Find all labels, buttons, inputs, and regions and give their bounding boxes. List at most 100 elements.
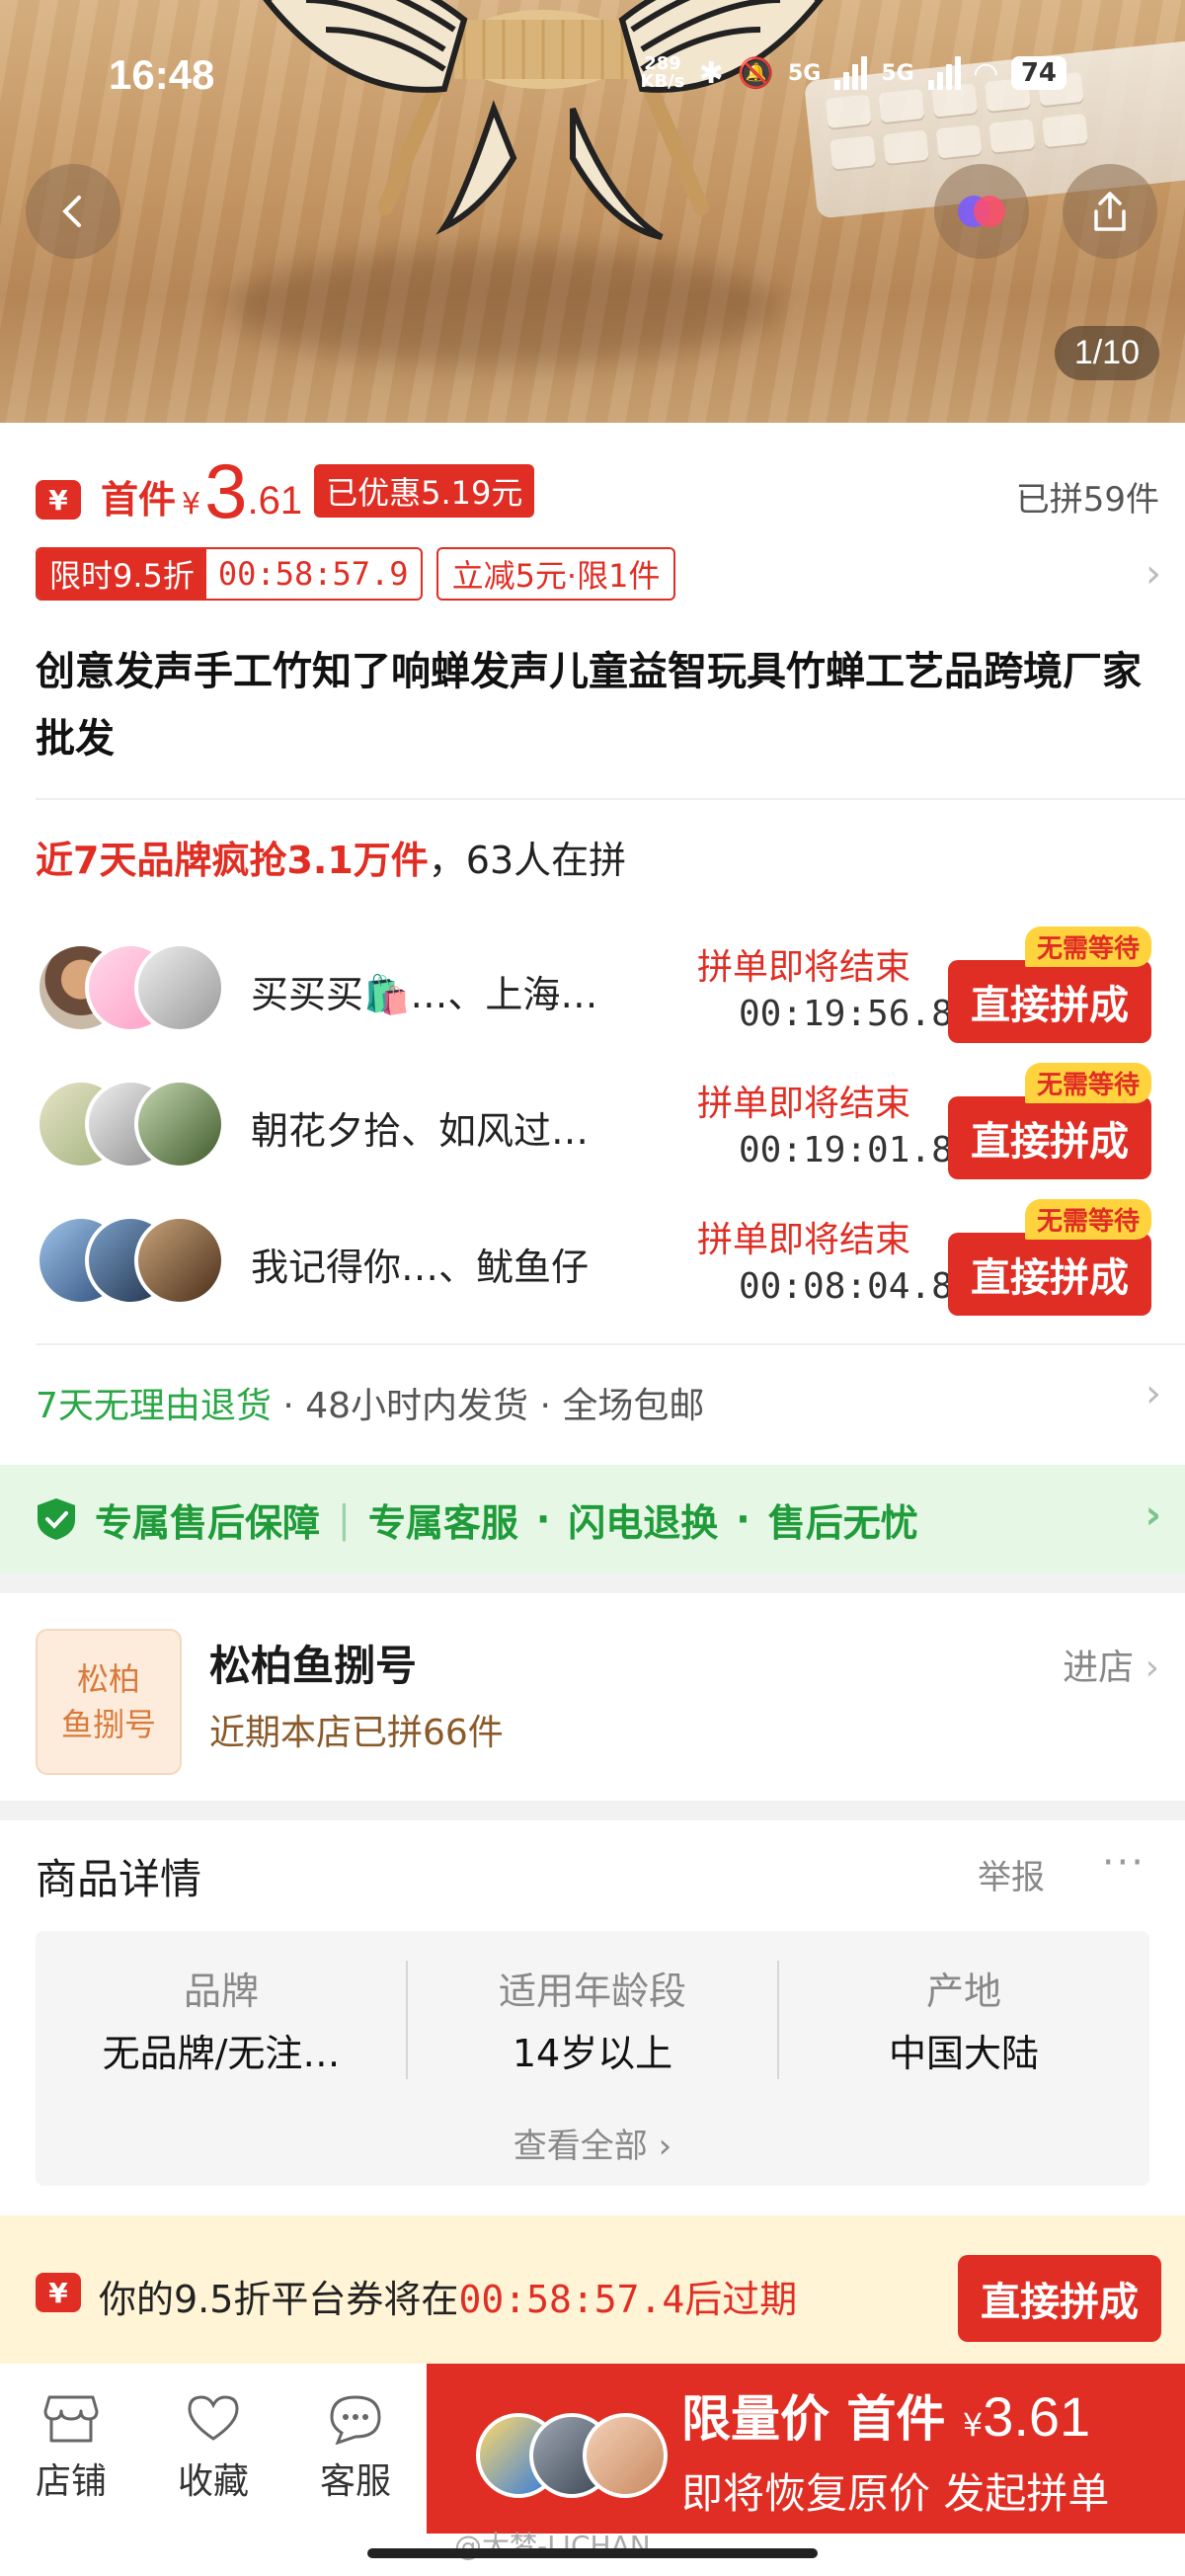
avatar-stack: [36, 1215, 225, 1310]
group-timer: 00:08:04.8: [739, 1266, 953, 1307]
promo-row[interactable]: 限时9.5折 00:58:57.9 立减5元·限1件: [36, 547, 676, 601]
enter-shop-label: 进店: [1063, 1648, 1135, 1688]
group-members: 我记得你…、鱿鱼仔: [251, 1246, 590, 1289]
no-wait-tag: 无需等待: [1024, 1063, 1151, 1103]
spec-item: 适用年龄段 14岁以上: [407, 1961, 778, 2077]
spec-value: 无品牌/无注…: [102, 2032, 341, 2075]
details-heading: 商品详情: [36, 1855, 202, 1903]
customer-service-tab-label: 客服: [319, 2461, 391, 2502]
divider: [36, 1343, 1185, 1345]
shipping-policy: · 48小时内发货 · 全场包邮: [271, 1386, 705, 1426]
after-sales-guarantee-bar[interactable]: 专属售后保障 | 专属客服 · 闪电退换 · 售后无忧 ›: [0, 1465, 1185, 1573]
view-all-link[interactable]: 查看全部 ›: [36, 2119, 1149, 2167]
join-now-button[interactable]: 直接拼成: [958, 2255, 1161, 2342]
start-group-buy-button[interactable]: 限量价 首件 ¥3.61 即将恢复原价 发起拼单: [427, 2364, 1185, 2534]
avatar: [134, 942, 225, 1033]
shop-logo-line1: 松柏: [76, 1660, 140, 1698]
status-bar: 16:48 289 KB/s ✱ 🔕 5G 5G ◠ 74: [0, 0, 1185, 158]
favorite-tab[interactable]: 收藏: [144, 2393, 282, 2504]
guarantee-item: 专属客服: [367, 1500, 518, 1545]
join-group-button[interactable]: 直接拼成: [948, 1096, 1151, 1179]
limited-discount-badge: 限时9.5折 00:58:57.9: [36, 547, 423, 601]
enter-shop-link[interactable]: 进店 ›: [1063, 1639, 1159, 1690]
share-button[interactable]: [1063, 164, 1157, 259]
join-group-button[interactable]: 直接拼成: [948, 1233, 1151, 1316]
guarantee-item: 闪电退换: [568, 1500, 719, 1545]
hot-sales-rest: ，63人在拼: [428, 839, 627, 882]
shield-icon: [38, 1498, 75, 1540]
watermark: @大梦-LICHAN: [454, 2530, 651, 2562]
favorite-brand-button[interactable]: [934, 164, 1029, 259]
guarantee-item: 专属售后保障: [95, 1500, 321, 1545]
group-ending-label: 拼单即将结束: [697, 947, 911, 988]
no-wait-tag: 无需等待: [1024, 1199, 1151, 1240]
coupon-text-a: 你的9.5折平台券将在: [99, 2278, 459, 2321]
product-info-card: ¥ 首件 ¥ 3 .61 已优惠5.19元 已拼59件 限时9.5折 00:58…: [0, 423, 1185, 1465]
chevron-right-icon[interactable]: ›: [1146, 1371, 1161, 1416]
signal-icon-2: [927, 56, 961, 90]
store-tab[interactable]: 店铺: [2, 2393, 140, 2504]
chat-icon: [330, 2395, 381, 2445]
spec-key: 适用年龄段: [498, 1970, 686, 2013]
store-tab-label: 店铺: [35, 2461, 107, 2502]
group-buy-row: 朝花夕拾、如风过… 拼单即将结束 00:19:01.8 直接拼成 无需等待: [36, 1063, 1151, 1179]
avatar: [134, 1079, 225, 1169]
coupon-expiry-text: 你的9.5折平台券将在00:58:57.4后过期: [99, 2269, 797, 2323]
net2-label: 5G: [881, 60, 914, 86]
coupon-timer: 00:58:57.4: [458, 2278, 685, 2321]
group-members: 朝花夕拾、如风过…: [251, 1109, 590, 1153]
avatar: [583, 2413, 668, 2498]
shop-card[interactable]: 松柏 鱼捌号 松柏鱼捌号 近期本店已拼66件 进店 ›: [0, 1593, 1185, 1801]
limited-discount-label: 限时9.5折: [38, 549, 206, 599]
separator: ·: [535, 1497, 551, 1541]
signal-icon: [834, 56, 868, 90]
group-members: 买买买🛍️…、上海…: [251, 973, 598, 1016]
avatar: [134, 1215, 225, 1306]
customer-service-tab[interactable]: 客服: [286, 2393, 425, 2504]
group-ending-label: 拼单即将结束: [697, 1084, 911, 1124]
no-wait-tag: 无需等待: [1024, 926, 1151, 967]
heart-icon: [188, 2395, 239, 2441]
net1-label: 5G: [787, 60, 822, 86]
spec-key: 品牌: [183, 1970, 259, 2013]
group-buy-row: 我记得你…、鱿鱼仔 拼单即将结束 00:08:04.8 直接拼成 无需等待: [36, 1199, 1151, 1316]
avatar-stack: [36, 1079, 225, 1173]
spec-value: 中国大陆: [888, 2032, 1039, 2075]
price-currency: ¥: [182, 487, 201, 522]
avatar-stack: [36, 942, 225, 1037]
join-group-button[interactable]: 直接拼成: [948, 960, 1151, 1043]
yen-icon: ¥: [36, 480, 81, 520]
avatar-stack: [476, 2413, 673, 2502]
mute-icon: 🔕: [737, 55, 774, 91]
group-ending-label: 拼单即将结束: [697, 1220, 911, 1260]
group-timer: 00:19:01.8: [739, 1130, 953, 1170]
group-timer: 00:19:56.8: [739, 994, 953, 1034]
product-title: 创意发声手工竹知了响蝉发声儿童益智玩具竹蝉工艺品跨境厂家批发: [36, 649, 1142, 762]
limited-discount-timer: 00:58:57.9: [217, 555, 409, 593]
guarantee-item: 售后无忧: [767, 1500, 918, 1545]
share-icon: [1094, 192, 1126, 231]
coupon-expiry-bar: ¥ 你的9.5折平台券将在00:58:57.4后过期 直接拼成: [0, 2215, 1185, 2364]
wifi-icon: ◠: [974, 55, 997, 91]
shop-logo: 松柏 鱼捌号: [36, 1629, 182, 1775]
product-image-carousel[interactable]: 16:48 289 KB/s ✱ 🔕 5G 5G ◠ 74 1/10: [0, 0, 1185, 423]
spec-summary[interactable]: 品牌 无品牌/无注… 适用年龄段 14岁以上 产地 中国大陆 查看全部 ›: [36, 1931, 1149, 2186]
chevron-right-icon: ›: [1145, 1492, 1161, 1538]
network-speed: 289 KB/s: [640, 53, 685, 92]
shop-name: 松柏鱼捌号: [209, 1642, 418, 1690]
instant-coupon-badge: 立减5元·限1件: [435, 547, 676, 601]
home-indicator[interactable]: [367, 2548, 818, 2558]
return-policy: 7天无理由退货: [36, 1386, 272, 1426]
more-options-icon[interactable]: ···: [1102, 1840, 1146, 1886]
chevron-right-icon[interactable]: ›: [1146, 551, 1161, 597]
shop-logo-line2: 鱼捌号: [60, 1706, 156, 1743]
spec-item: 品牌 无品牌/无注…: [36, 1961, 407, 2077]
hot-sales-highlight: 近7天品牌疯抢3.1万件: [36, 839, 429, 882]
status-icons: 289 KB/s ✱ 🔕 5G 5G ◠ 74: [641, 55, 1066, 91]
separator: |: [338, 1497, 351, 1541]
group-buy-row: 买买买🛍️…、上海… 拼单即将结束 00:19:56.8 直接拼成 无需等待: [36, 926, 1151, 1043]
report-link[interactable]: 举报: [978, 1850, 1045, 1898]
price-decimal: .61: [247, 479, 303, 523]
back-button[interactable]: [26, 164, 120, 259]
service-promises[interactable]: 7天无理由退货 · 48小时内发货 · 全场包邮: [36, 1377, 704, 1428]
